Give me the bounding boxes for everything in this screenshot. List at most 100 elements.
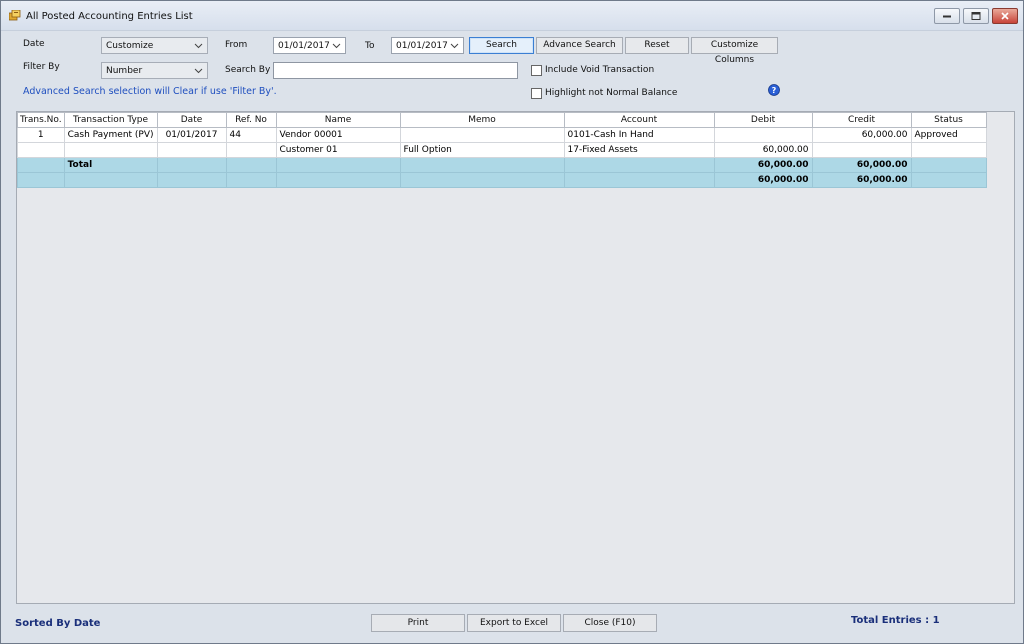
reset-button[interactable]: Reset [625,37,689,54]
entries-table: Trans.No. Transaction Type Date Ref. No … [17,112,987,188]
table-row[interactable]: 1 Cash Payment (PV) 01/01/2017 44 Vendor… [17,127,987,143]
cell-empty [399,157,565,173]
cell-empty [225,157,277,173]
cell-empty [910,172,987,188]
restore-button[interactable] [963,8,989,24]
cell-memo [399,127,565,143]
print-button[interactable]: Print [371,614,465,632]
date-label: Date [23,39,45,49]
cell-ref-no: 44 [225,127,277,143]
col-header-memo[interactable]: Memo [399,112,565,128]
cell-date [156,142,227,158]
col-header-debit[interactable]: Debit [713,112,813,128]
include-void-checkbox[interactable] [531,65,542,76]
to-date-value: 01/01/2017 [396,41,448,51]
sorted-by-label: Sorted By Date [15,618,101,629]
to-date-picker[interactable]: 01/01/2017 [391,37,464,54]
total-entries-label: Total Entries : 1 [851,615,940,626]
from-label: From [225,40,248,50]
cell-empty [910,157,987,173]
cell-trans-no: 1 [17,127,65,143]
search-by-input[interactable] [273,62,518,79]
search-by-label: Search By [225,65,271,75]
chevron-down-icon [194,43,203,49]
cell-ref-no [225,142,277,158]
date-dropdown-value: Customize [106,41,154,51]
cell-credit: 60,000.00 [811,127,912,143]
cell-account: 17-Fixed Assets [563,142,715,158]
cell-name: Vendor 00001 [275,127,401,143]
col-header-name[interactable]: Name [275,112,401,128]
cell-account: 0101-Cash In Hand [563,127,715,143]
cell-empty [63,172,158,188]
date-dropdown[interactable]: Customize [101,37,208,54]
filter-by-dropdown[interactable]: Number [101,62,208,79]
cell-empty [156,157,227,173]
entries-grid[interactable]: Trans.No. Transaction Type Date Ref. No … [16,111,1015,604]
help-icon[interactable]: ? [768,84,780,96]
from-date-picker[interactable]: 01/01/2017 [273,37,346,54]
chevron-down-icon [450,43,459,49]
col-header-credit[interactable]: Credit [811,112,912,128]
search-button[interactable]: Search [469,37,534,54]
cell-empty [275,157,401,173]
filter-by-label: Filter By [23,62,60,72]
cell-empty [17,157,65,173]
table-row[interactable]: Customer 01 Full Option 17-Fixed Assets … [17,142,987,158]
cell-transaction-type: Cash Payment (PV) [63,127,158,143]
close-button[interactable]: Close (F10) [563,614,657,632]
app-icon [9,10,21,21]
minimize-icon [943,15,951,18]
close-icon [1001,12,1009,20]
col-header-date[interactable]: Date [156,112,227,128]
total-credit: 60,000.00 [811,172,912,188]
title-bar: All Posted Accounting Entries List [1,1,1023,31]
col-header-status[interactable]: Status [910,112,987,128]
from-date-value: 01/01/2017 [278,41,330,51]
cell-date: 01/01/2017 [156,127,227,143]
col-header-account[interactable]: Account [563,112,715,128]
advanced-search-note: Advanced Search selection will Clear if … [23,86,277,97]
highlight-checkbox[interactable] [531,88,542,99]
svg-text:?: ? [772,86,777,95]
cell-empty [17,172,65,188]
col-header-ref-no[interactable]: Ref. No [225,112,277,128]
cell-credit [811,142,912,158]
cell-memo: Full Option [399,142,565,158]
total-debit: 60,000.00 [713,157,813,173]
to-label: To [365,41,375,51]
cell-status: Approved [910,127,987,143]
cell-empty [156,172,227,188]
include-void-label: Include Void Transaction [545,65,655,75]
export-excel-button[interactable]: Export to Excel [467,614,561,632]
cell-empty [563,157,715,173]
cell-empty [225,172,277,188]
total-credit: 60,000.00 [811,157,912,173]
cell-debit: 60,000.00 [713,142,813,158]
cell-trans-no [17,142,65,158]
main-window: All Posted Accounting Entries List Date … [0,0,1024,644]
total-label: Total [63,157,158,173]
cell-empty [399,172,565,188]
customize-columns-button[interactable]: Customize Columns [691,37,778,65]
filter-panel: Date Customize From 01/01/2017 To 01/01/… [1,31,1023,111]
highlight-label: Highlight not Normal Balance [545,88,678,98]
header-row: Trans.No. Transaction Type Date Ref. No … [17,112,987,128]
close-window-button[interactable] [992,8,1018,24]
cell-transaction-type [63,142,158,158]
total-row: Total 60,000.00 60,000.00 [17,157,987,173]
cell-name: Customer 01 [275,142,401,158]
total-row: 60,000.00 60,000.00 [17,172,987,188]
total-debit: 60,000.00 [713,172,813,188]
chevron-down-icon [332,43,341,49]
cell-status [910,142,987,158]
cell-debit [713,127,813,143]
restore-icon [971,12,981,20]
cell-empty [275,172,401,188]
minimize-button[interactable] [934,8,960,24]
col-header-trans-no[interactable]: Trans.No. [17,112,65,128]
cell-empty [563,172,715,188]
advance-search-button[interactable]: Advance Search [536,37,623,54]
window-title: All Posted Accounting Entries List [26,11,193,22]
col-header-transaction-type[interactable]: Transaction Type [63,112,158,128]
